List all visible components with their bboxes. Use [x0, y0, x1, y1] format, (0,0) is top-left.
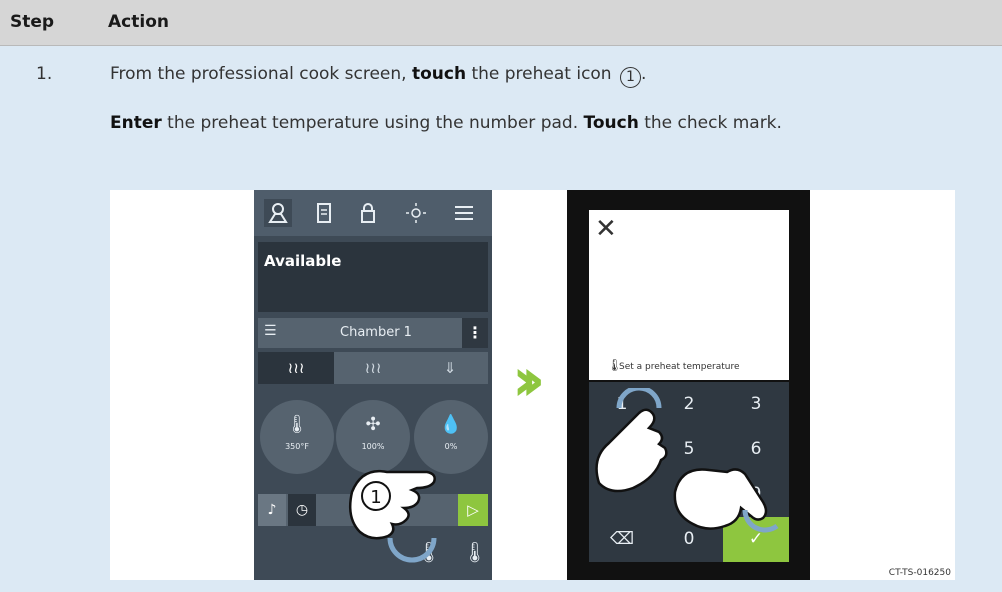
combi-mode-icon: ≀≀≀ — [364, 359, 382, 377]
backspace-icon: ⌫ — [609, 529, 635, 549]
steam-mode-icon: ⇓ — [443, 359, 457, 377]
screen-top-bar — [254, 190, 492, 236]
temperature-dial: 🌡 350°F — [260, 400, 334, 474]
step-column-header: Step — [10, 12, 55, 32]
settings-icon: ☰ — [264, 323, 277, 339]
status-panel: Available — [258, 242, 488, 312]
instruction-line-1: From the professional cook screen, touch… — [110, 64, 646, 88]
start-icon: ▷ — [458, 494, 488, 526]
next-step-arrow-icon: ›› — [512, 345, 546, 415]
convection-mode-icon: ≀≀≀ — [258, 352, 334, 384]
preheat-dialog: ✕ 🌡 Set a preheat temperature — [589, 210, 789, 380]
thermometer-icon: 🌡 — [285, 414, 309, 435]
user-icon — [264, 199, 292, 227]
chamber-label: Chamber 1 — [340, 325, 412, 340]
preheat-screen: ✕ 🌡 Set a preheat temperature 1 2 3 5 6 … — [567, 190, 810, 580]
callout-1-label: 1 — [370, 487, 381, 508]
cook-screen: Available ☰ Chamber 1 ⋮ ≀≀≀ ≀≀≀ ⇓ 🌡 350°… — [254, 190, 492, 580]
chamber-bar: ☰ Chamber 1 ⋮ — [258, 318, 488, 348]
callout-1-icon: 1 — [620, 67, 641, 88]
humidity-icon: 💧 — [439, 414, 463, 435]
lock-icon — [354, 199, 382, 227]
probe-icon: ♪ — [258, 494, 286, 526]
preheat-message: Set a preheat temperature — [619, 362, 740, 372]
recipe-icon — [310, 199, 338, 227]
key-3: 3 — [750, 394, 762, 414]
pointing-hand-icon — [673, 468, 779, 533]
brightness-icon — [402, 199, 430, 227]
figure-code: CT-TS-016250 — [888, 568, 951, 578]
instruction-line-2: Enter the preheat temperature using the … — [110, 113, 782, 133]
touch-ring-icon — [387, 537, 437, 563]
menu-icon — [450, 199, 478, 227]
fan-icon: ✣ — [365, 414, 381, 435]
cooldown-icon: 🌡 — [462, 540, 488, 564]
more-options-icon: ⋮ — [462, 318, 488, 348]
pointing-hand-icon — [595, 388, 668, 493]
action-column-header: Action — [108, 12, 169, 32]
step-number: 1. — [36, 64, 53, 84]
status-text: Available — [264, 252, 342, 270]
mode-selector: ≀≀≀ ≀≀≀ ⇓ — [258, 352, 488, 384]
clock-icon: ◷ — [288, 494, 316, 526]
table-header: Step Action — [0, 0, 1002, 46]
procedure-figure: Available ☰ Chamber 1 ⋮ ≀≀≀ ≀≀≀ ⇓ 🌡 350°… — [110, 190, 955, 580]
close-icon: ✕ — [595, 214, 617, 244]
